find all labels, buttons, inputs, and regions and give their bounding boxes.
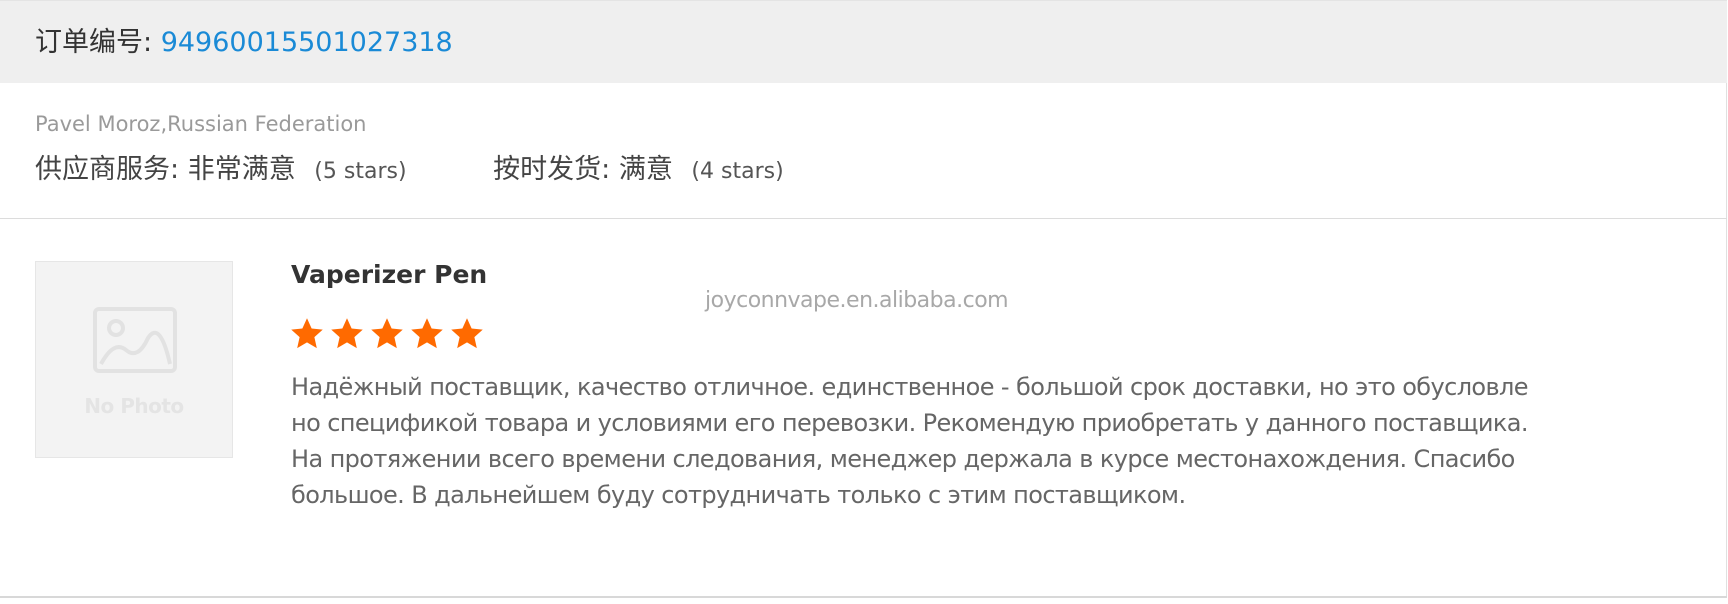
on-time-shipment-rating: 按时发货: 满意 (4 stars) — [493, 153, 784, 189]
review-section: No Photo Vaperizer Pen joyconnvape.en.al… — [0, 219, 1727, 598]
supplier-service-value: 非常满意 — [187, 154, 296, 185]
star-icon — [331, 318, 363, 349]
on-time-shipment-label: 按时发货: — [493, 154, 611, 185]
review-text-line: большое. В дальнейшем буду сотрудничать … — [291, 481, 1186, 509]
buyer-name: Pavel Moroz,Russian Federation — [35, 112, 367, 136]
star-icon — [291, 318, 323, 349]
product-thumbnail[interactable]: No Photo — [35, 261, 233, 458]
star-rating — [289, 316, 489, 356]
star-icon — [411, 318, 443, 349]
supplier-service-stars: (5 stars) — [314, 159, 407, 184]
review-text-line: но спецификой товара и условиями его пер… — [291, 409, 1528, 437]
supplier-service-rating: 供应商服务: 非常满意 (5 stars) — [35, 153, 407, 189]
feedback-card: 订单编号: 94960015501027318 Pavel Moroz,Russ… — [0, 0, 1727, 598]
no-photo-label: No Photo — [84, 394, 184, 418]
image-placeholder-icon — [93, 307, 177, 373]
on-time-shipment-value: 满意 — [618, 154, 673, 185]
on-time-shipment-stars: (4 stars) — [691, 159, 784, 184]
review-text-line: На протяжении всего времени следования, … — [291, 445, 1515, 473]
review-text-line: Надёжный поставщик, качество отличное. е… — [291, 373, 1529, 401]
order-number-link[interactable]: 94960015501027318 — [161, 27, 453, 58]
supplier-service-label: 供应商服务: — [35, 154, 180, 185]
buyer-rating-section: Pavel Moroz,Russian Federation 供应商服务: 非常… — [0, 83, 1727, 219]
star-icon — [371, 318, 403, 349]
order-number-row: 订单编号: 94960015501027318 — [35, 27, 453, 59]
product-title[interactable]: Vaperizer Pen — [291, 259, 487, 291]
order-number-label: 订单编号: — [35, 27, 153, 58]
star-icon — [451, 318, 483, 349]
rating-row: 供应商服务: 非常满意 (5 stars) 按时发货: 满意 (4 stars) — [35, 153, 784, 189]
store-watermark: joyconnvape.en.alibaba.com — [705, 288, 1009, 313]
review-text: Надёжный поставщик, качество отличное. е… — [291, 369, 1611, 513]
order-header: 订单编号: 94960015501027318 — [0, 0, 1727, 83]
